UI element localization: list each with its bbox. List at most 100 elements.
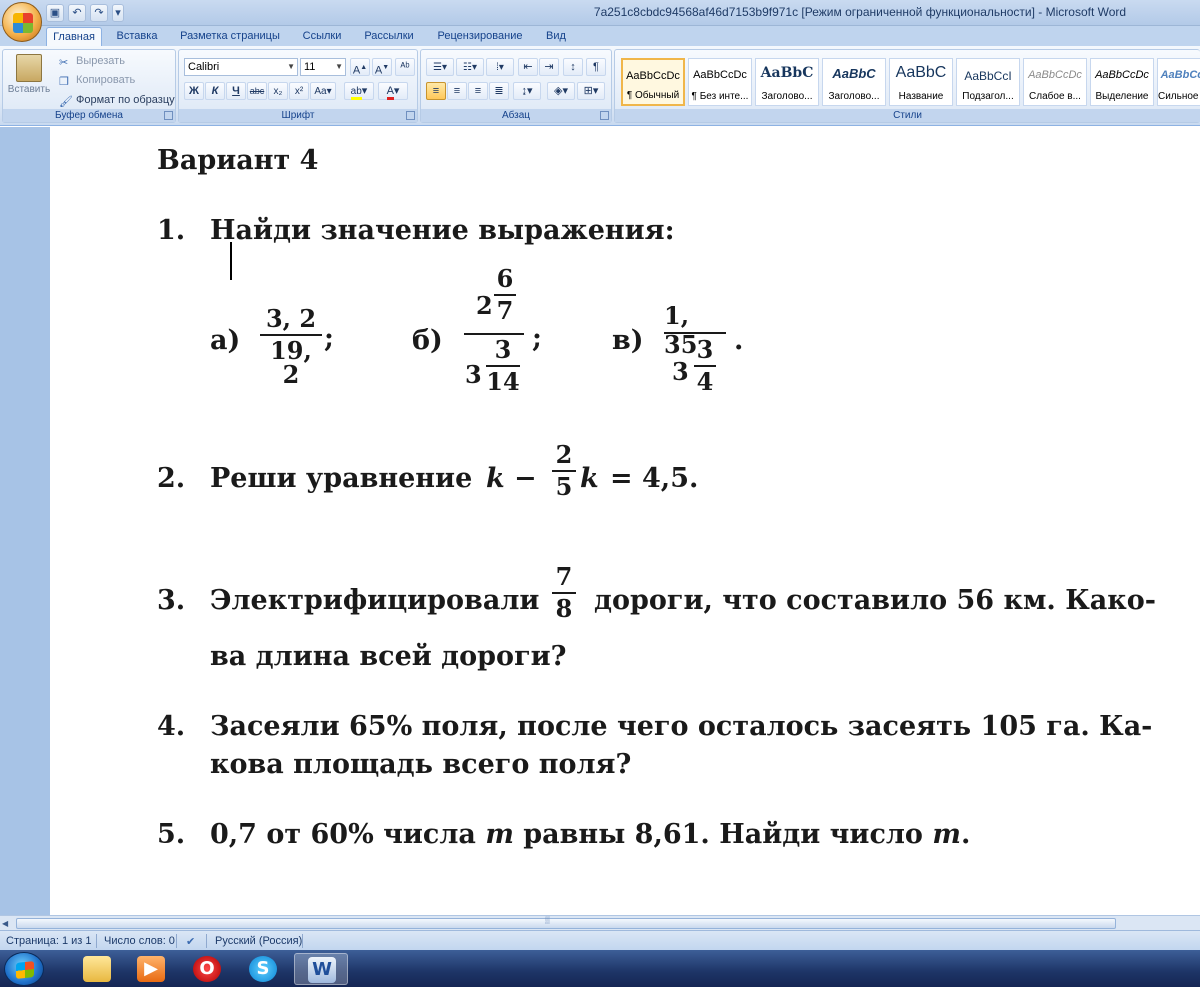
tab-insert[interactable]: Вставка bbox=[108, 27, 166, 46]
font-launcher-icon[interactable] bbox=[406, 111, 415, 120]
fraction-denominator: 8 bbox=[555, 594, 573, 623]
style-heading-2[interactable]: AaBbC Заголово... bbox=[822, 58, 886, 106]
q3-line2: ва длина всей дороги? bbox=[210, 641, 567, 672]
scroll-left-icon[interactable]: ◀ bbox=[2, 918, 13, 929]
taskbar-media-player[interactable]: ▶ bbox=[124, 953, 178, 985]
style-name: Заголово... bbox=[761, 91, 813, 102]
bullets-icon[interactable]: ☰▾ bbox=[426, 58, 454, 76]
subscript-icon[interactable]: x₂ bbox=[268, 82, 288, 100]
tab-mailings[interactable]: Рассылки bbox=[356, 27, 422, 46]
tab-page-layout[interactable]: Разметка страницы bbox=[172, 27, 288, 46]
style-normal[interactable]: AaBbCcDc ¶ Обычный bbox=[621, 58, 685, 106]
fraction-denominator: 4 bbox=[696, 367, 714, 396]
language-indicator[interactable]: Русский (Россия) bbox=[215, 935, 302, 947]
q5-part1: 0,7 от 60% числа bbox=[210, 819, 476, 850]
font-group: Calibri ▼ 11 ▼ A▲ A▼ ᴬᵇ Ж К Ч abc x₂ x² Aa… bbox=[178, 49, 418, 123]
line-spacing-icon[interactable]: ↨▾ bbox=[513, 82, 541, 100]
align-center-icon[interactable]: ≡ bbox=[447, 82, 467, 100]
scroll-thumb[interactable] bbox=[16, 918, 1116, 929]
cut-button[interactable]: ✂ Вырезать bbox=[59, 52, 125, 70]
q2-var-k1: k bbox=[486, 463, 505, 494]
tab-view[interactable]: Вид bbox=[538, 27, 574, 46]
paragraph-launcher-icon[interactable] bbox=[600, 111, 609, 120]
tab-review[interactable]: Рецензирование bbox=[428, 27, 532, 46]
word-icon: W bbox=[308, 957, 336, 983]
copy-button[interactable]: ❐ Копировать bbox=[59, 71, 135, 89]
superscript-icon[interactable]: x² bbox=[289, 82, 309, 100]
style-subtle-emphasis[interactable]: AaBbCcDc Слабое в... bbox=[1023, 58, 1087, 106]
justify-icon[interactable]: ≣ bbox=[489, 82, 509, 100]
style-sample: AaBbC bbox=[760, 65, 814, 81]
multilevel-list-icon[interactable]: ⁞▾ bbox=[486, 58, 514, 76]
font-size-combo[interactable]: 11 ▼ bbox=[300, 58, 346, 76]
align-left-icon[interactable]: ≡ bbox=[426, 82, 446, 100]
shrink-font-icon[interactable]: A▼ bbox=[372, 58, 392, 77]
style-emphasis[interactable]: AaBbCcDc Выделение bbox=[1090, 58, 1154, 106]
q5-var-m1: m bbox=[485, 819, 514, 850]
taskbar-word[interactable]: W bbox=[294, 953, 348, 985]
decrease-indent-icon[interactable]: ⇤ bbox=[518, 58, 538, 76]
taskbar-explorer[interactable] bbox=[70, 953, 124, 985]
paragraph-group: ☰▾ ☷▾ ⁞▾ ⇤ ⇥ ↕ ¶ ≡ ≡ ≡ ≣ ↨▾ ◈▾ ⊞▾ Абзац bbox=[420, 49, 612, 123]
tab-references[interactable]: Ссылки bbox=[296, 27, 348, 46]
q2-minus: − bbox=[514, 463, 537, 494]
style-sample: AaBbCcDc bbox=[693, 69, 747, 81]
status-bar: Страница: 1 из 1 Число слов: 0 ✔ Русский… bbox=[0, 930, 1200, 950]
proofing-icon[interactable]: ✔ bbox=[186, 935, 195, 948]
variant-heading: Вариант 4 bbox=[157, 145, 319, 176]
numbering-icon[interactable]: ☷▾ bbox=[456, 58, 484, 76]
fraction-denominator: 19, 2 bbox=[270, 336, 312, 389]
clipboard-launcher-icon[interactable] bbox=[164, 111, 173, 120]
clipboard-group-label: Буфер обмена bbox=[3, 109, 175, 122]
shading-icon[interactable]: ◈▾ bbox=[547, 82, 575, 100]
q3-fraction: 7 8 bbox=[552, 565, 576, 621]
italic-icon[interactable]: К bbox=[205, 82, 225, 100]
media-player-icon: ▶ bbox=[137, 956, 165, 982]
page-count[interactable]: Страница: 1 из 1 bbox=[6, 935, 92, 947]
style-intense-emphasis[interactable]: AaBbCc Сильное ... bbox=[1157, 58, 1200, 106]
format-painter-button[interactable]: 🖌 Формат по образцу bbox=[59, 91, 175, 109]
bold-icon[interactable]: Ж bbox=[184, 82, 204, 100]
font-color-icon[interactable]: A▾ bbox=[378, 82, 408, 100]
q1-c-fraction: 1, 35 3 3 4 bbox=[662, 299, 728, 411]
document-page[interactable]: Вариант 4 1. Найди значение выражения: а… bbox=[50, 127, 1200, 915]
increase-indent-icon[interactable]: ⇥ bbox=[539, 58, 559, 76]
q1-number: 1. bbox=[157, 215, 186, 246]
grow-font-icon[interactable]: A▲ bbox=[350, 58, 370, 77]
word-count[interactable]: Число слов: 0 bbox=[104, 935, 175, 947]
fraction-numerator: 6 bbox=[496, 264, 514, 293]
q2-var-k2: k bbox=[580, 463, 599, 494]
paste-button[interactable]: Вставить bbox=[7, 52, 51, 108]
status-separator bbox=[302, 934, 303, 948]
borders-icon[interactable]: ⊞▾ bbox=[577, 82, 605, 100]
clear-format-icon[interactable]: ᴬᵇ bbox=[395, 58, 415, 76]
q2-fraction: 2 5 bbox=[552, 443, 576, 499]
show-marks-icon[interactable]: ¶ bbox=[586, 58, 606, 76]
font-name-combo[interactable]: Calibri ▼ bbox=[184, 58, 298, 76]
sort-icon[interactable]: ↕ bbox=[563, 58, 583, 76]
underline-icon[interactable]: Ч bbox=[226, 82, 246, 100]
horizontal-scrollbar[interactable]: ◀ ▒ bbox=[0, 915, 1200, 930]
q1-a-fraction: 3, 2 19, 2 bbox=[260, 307, 322, 387]
taskbar-opera[interactable]: O bbox=[180, 953, 234, 985]
strikethrough-icon[interactable]: abc bbox=[247, 82, 267, 100]
style-subtitle[interactable]: AaBbCcI Подзагол... bbox=[956, 58, 1020, 106]
style-title[interactable]: AaBbC Название bbox=[889, 58, 953, 106]
office-logo-icon bbox=[13, 13, 33, 33]
taskbar-skype[interactable]: S bbox=[236, 953, 290, 985]
fraction-numerator: 2 bbox=[555, 440, 573, 469]
style-no-spacing[interactable]: AaBbCcDc ¶ Без инте... bbox=[688, 58, 752, 106]
align-right-icon[interactable]: ≡ bbox=[468, 82, 488, 100]
q2-rest: = 4,5. bbox=[610, 463, 699, 494]
change-case-icon[interactable]: Aa▾ bbox=[310, 82, 336, 100]
mixed-fraction: 3 4 bbox=[694, 338, 716, 394]
scroll-grip-icon: ▒ bbox=[545, 917, 550, 924]
start-button[interactable] bbox=[4, 952, 44, 986]
highlight-color-icon[interactable]: ab▾ bbox=[344, 82, 374, 100]
style-heading-1[interactable]: AaBbC Заголово... bbox=[755, 58, 819, 106]
q1-a-separator: ; bbox=[324, 323, 334, 354]
tab-home[interactable]: Главная bbox=[46, 27, 102, 46]
q1-b-label: б) bbox=[412, 325, 443, 356]
styles-group-label: Стили bbox=[615, 109, 1200, 122]
office-button[interactable] bbox=[2, 2, 42, 42]
